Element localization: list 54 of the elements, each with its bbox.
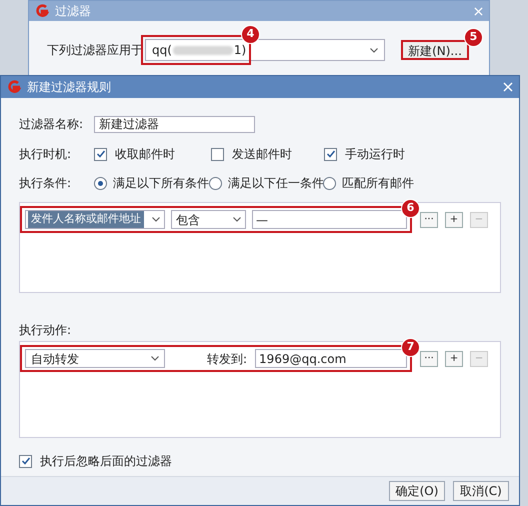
checkbox[interactable] xyxy=(19,454,32,468)
row-button[interactable]: + xyxy=(445,350,464,366)
dialog-button[interactable]: 取消(C) xyxy=(453,481,509,501)
dropdown-text: 包含 xyxy=(176,212,201,228)
window-title: 过滤器 xyxy=(55,3,91,20)
close-icon[interactable] xyxy=(503,82,513,92)
row-button[interactable]: + xyxy=(445,212,463,228)
annotation-badge: 4 xyxy=(241,25,260,44)
caret-icon xyxy=(233,217,241,222)
annotation-badge: 6 xyxy=(401,199,420,218)
new-button[interactable]: 新建(N)... xyxy=(401,40,469,60)
row-button[interactable]: ··· xyxy=(420,350,438,366)
checkbox-label: 手动运行时 xyxy=(345,146,405,163)
field-label: 执行条件: xyxy=(19,175,72,192)
selected-text: 发件人名称或邮件地址 xyxy=(28,211,144,228)
radio-button[interactable] xyxy=(94,176,107,190)
radio-label: 匹配所有邮件 xyxy=(342,175,414,192)
account-dropdown[interactable]: qq( 1) xyxy=(145,39,385,61)
app-logo-icon xyxy=(35,4,49,18)
operator-dropdown[interactable]: 包含 xyxy=(171,210,246,229)
checkbox[interactable] xyxy=(211,148,224,160)
window-title: 新建过滤器规则 xyxy=(27,79,111,96)
field-label: 下列过滤器应用于 xyxy=(47,42,143,59)
annotation-badge: 5 xyxy=(464,28,483,47)
annotation-badge: 7 xyxy=(401,338,420,357)
caret-icon xyxy=(152,217,160,222)
radio-label: 满足以下任一条件 xyxy=(228,175,324,192)
checkbox-label: 收取邮件时 xyxy=(115,146,175,163)
field-label: 执行时机: xyxy=(19,146,72,163)
app-logo-icon xyxy=(7,80,21,94)
account-text: qq( xyxy=(152,42,172,59)
caret-icon xyxy=(370,48,378,52)
checkbox[interactable] xyxy=(94,148,107,160)
dropdown-text: 自动转发 xyxy=(31,350,80,368)
name-input[interactable]: 新建过滤器 xyxy=(94,116,255,132)
checkbox-label: 执行后忽略后面的过滤器 xyxy=(40,453,172,470)
radio-button[interactable] xyxy=(323,176,336,190)
field-label: 执行动作: xyxy=(19,322,72,339)
value-input[interactable]: — xyxy=(252,210,407,229)
row-button[interactable]: ··· xyxy=(420,212,438,228)
radio-button[interactable] xyxy=(209,176,222,190)
action-dropdown[interactable]: 自动转发 xyxy=(25,349,165,368)
field-label: 转发到: xyxy=(207,350,248,368)
caret-icon xyxy=(151,356,159,361)
forward-address-input[interactable]: 1969@qq.com xyxy=(255,349,408,368)
account-text: 1) xyxy=(234,42,246,59)
blurred-text-drawing xyxy=(172,46,233,54)
radio-label: 满足以下所有条件 xyxy=(113,175,209,192)
field-dropdown[interactable]: 发件人名称或邮件地址 xyxy=(25,210,165,229)
checkbox[interactable] xyxy=(324,148,337,160)
dialog-button[interactable]: 确定(O) xyxy=(389,481,445,501)
checkbox-label: 发送邮件时 xyxy=(232,146,292,163)
close-icon[interactable] xyxy=(474,6,483,16)
field-label: 过滤器名称: xyxy=(19,116,84,133)
